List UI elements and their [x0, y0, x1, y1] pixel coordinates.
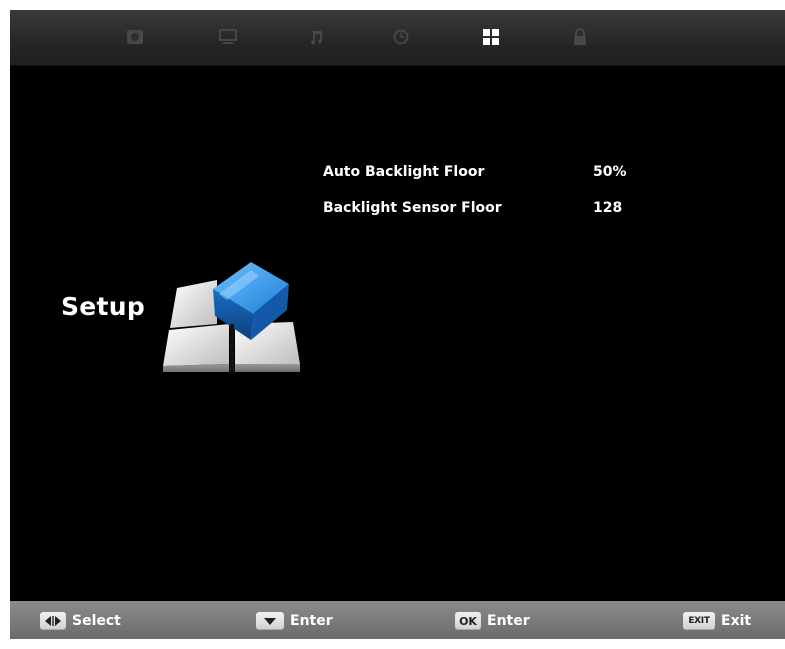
tab-setup[interactable]	[481, 26, 501, 48]
tab-timer[interactable]	[391, 26, 411, 48]
setting-row-backlight-sensor-floor[interactable]: Backlight Sensor Floor 128	[323, 200, 663, 220]
remote-key-hint-bar: Select Enter OK Enter EXIT Exit	[10, 601, 785, 639]
hint-select-label: Select	[72, 613, 121, 629]
hint-down-enter: Enter	[256, 611, 333, 631]
setup-cubes-graphic	[163, 262, 300, 372]
setting-label: Auto Backlight Floor	[323, 164, 485, 180]
hint-down-enter-label: Enter	[290, 613, 333, 629]
music-note-icon	[311, 31, 323, 45]
screen-icon	[219, 29, 237, 44]
left-right-arrows-icon	[40, 612, 66, 630]
setup-menu-panel: Setup Auto Backlight Floor 50% Backlight…	[10, 66, 785, 600]
setting-label: Backlight Sensor Floor	[323, 200, 502, 216]
ok-key-icon: OK	[455, 612, 481, 630]
tv-menu-screen: Setup Auto Backlight Floor 50% Backlight…	[10, 10, 785, 639]
hint-ok-enter-label: Enter	[487, 613, 530, 629]
exit-key-icon: EXIT	[683, 612, 715, 630]
hint-select: Select	[40, 611, 121, 631]
setting-value: 128	[593, 200, 623, 216]
grid-icon	[483, 29, 499, 45]
hint-ok-enter: OK Enter	[455, 611, 530, 631]
tab-picture[interactable]	[125, 26, 145, 48]
down-arrow-icon	[256, 612, 284, 630]
tab-lock[interactable]	[570, 26, 590, 48]
menu-tab-bar	[10, 10, 785, 66]
menu-title: Setup	[61, 292, 146, 321]
hint-exit: EXIT Exit	[683, 611, 751, 631]
setting-row-auto-backlight-floor[interactable]: Auto Backlight Floor 50%	[323, 164, 663, 184]
tab-screen[interactable]	[218, 26, 238, 48]
picture-icon	[127, 30, 143, 44]
clock-icon	[393, 29, 409, 45]
tab-audio[interactable]	[306, 26, 326, 48]
hint-exit-label: Exit	[721, 613, 752, 629]
setting-value: 50%	[593, 164, 627, 180]
lock-icon	[574, 28, 586, 45]
